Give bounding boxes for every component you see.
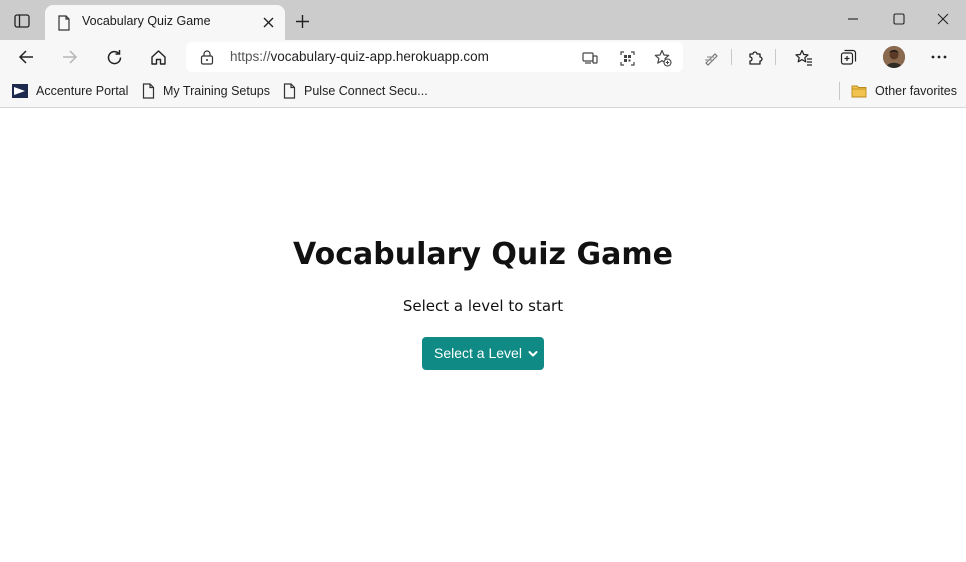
favorites-star-icon [795,49,812,66]
favorite-label: Accenture Portal [36,84,129,98]
level-select-dropdown[interactable]: Select a Level [422,337,544,370]
performance-button[interactable] [697,43,725,71]
close-window-button[interactable] [920,6,966,32]
favorite-label: My Training Setups [163,84,270,98]
favorite-label: Pulse Connect Secu... [304,84,428,98]
arrow-left-icon [18,50,33,64]
minimize-icon [848,18,858,20]
qr-code-icon [619,50,635,66]
address-bar[interactable]: https://vocabulary-quiz-app.herokuapp.co… [186,42,683,72]
page-subtitle: Select a level to start [402,297,564,315]
favorite-my-training-setups[interactable]: My Training Setups [142,82,270,100]
toolbar-divider [775,49,776,65]
home-icon [150,49,166,65]
url-text[interactable]: https://vocabulary-quiz-app.herokuapp.co… [230,49,489,64]
browser-toolbar: https://vocabulary-quiz-app.herokuapp.co… [0,40,966,74]
collections-button[interactable] [834,43,862,71]
arrow-right-icon [63,50,78,64]
favorite-pulse-connect[interactable]: Pulse Connect Secu... [283,82,428,100]
page-icon [283,83,296,99]
more-dots-icon [931,55,947,59]
url-protocol: https:// [230,49,271,64]
refresh-icon [107,49,121,64]
add-favorite-button[interactable] [653,48,673,68]
extensions-button[interactable] [741,43,769,71]
toolbar-divider [731,49,732,65]
other-favorites-folder[interactable]: Other favorites [851,82,957,100]
home-button[interactable] [144,43,172,71]
star-add-icon [654,49,672,67]
favorites-bar: Accenture Portal My Training Setups Puls… [0,74,966,108]
puzzle-icon [748,50,763,65]
title-bar: Vocabulary Quiz Game [0,0,966,40]
favorite-accenture-portal[interactable]: Accenture Portal [12,82,128,100]
url-host: vocabulary-quiz-app.herokuapp.com [270,49,489,64]
pen-icon [704,52,718,66]
tab-close-button[interactable] [259,13,277,31]
other-favorites-label: Other favorites [875,84,957,98]
new-tab-button[interactable] [292,11,312,31]
avatar-icon [883,46,905,68]
app-available-button[interactable] [580,48,600,68]
tab-actions-icon [14,14,30,28]
forward-button[interactable] [56,43,84,71]
chevron-down-icon [528,351,538,357]
qr-code-button[interactable] [617,48,637,68]
favorites-divider [839,82,840,100]
browser-tab-active[interactable]: Vocabulary Quiz Game [45,5,285,40]
accenture-icon [12,84,28,98]
page-icon [142,83,155,99]
refresh-button[interactable] [100,43,128,71]
page-title: Vocabulary Quiz Game [293,237,673,272]
collections-icon [840,49,856,65]
close-icon [263,17,273,27]
plus-icon [295,14,309,28]
close-icon [937,13,949,25]
back-button[interactable] [12,43,40,71]
page-content: Vocabulary Quiz Game Select a level to s… [0,109,966,562]
folder-icon [851,85,867,98]
settings-more-button[interactable] [925,43,953,71]
level-select-value: Select a Level [434,345,522,361]
minimize-button[interactable] [830,6,876,32]
app-available-icon [582,52,598,64]
favorites-button[interactable] [790,43,818,71]
profile-avatar[interactable] [883,46,905,68]
page-icon [58,15,70,31]
tab-actions-button[interactable] [8,9,36,33]
maximize-icon [893,13,905,25]
maximize-button[interactable] [876,6,922,32]
lock-icon [200,50,214,65]
tab-title: Vocabulary Quiz Game [82,14,211,28]
